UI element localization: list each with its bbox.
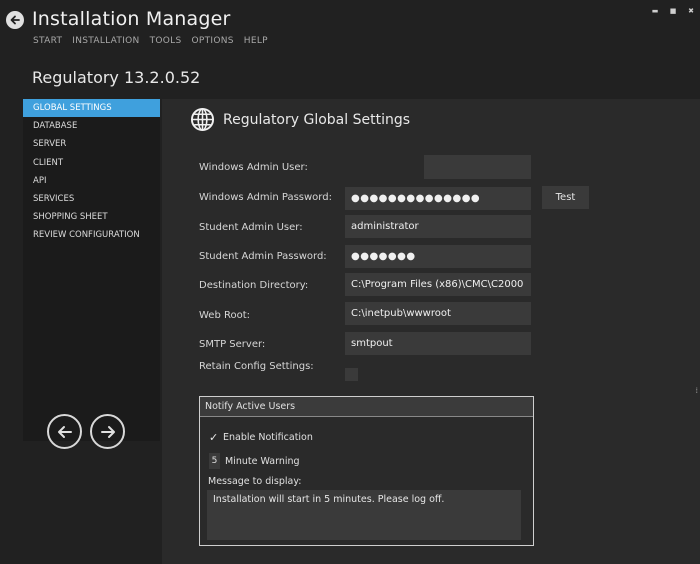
section-header: Regulatory Global Settings: [190, 107, 410, 132]
notify-panel-title: Notify Active Users: [200, 397, 533, 417]
step-navigation: [47, 414, 125, 449]
enable-notification-row[interactable]: ✓ Enable Notification: [209, 431, 313, 444]
windows-admin-user-field[interactable]: [345, 155, 531, 179]
minute-warning-row: 5 Minute Warning: [209, 453, 300, 469]
maximize-icon[interactable]: ■: [664, 6, 682, 16]
next-step-button[interactable]: [90, 414, 125, 449]
menu-start[interactable]: START: [33, 36, 62, 46]
menu-installation[interactable]: INSTALLATION: [72, 36, 139, 46]
resize-grip-icon[interactable]: ⁞: [695, 386, 698, 395]
checkmark-icon[interactable]: ✓: [209, 431, 219, 444]
section-title: Regulatory Global Settings: [223, 111, 411, 128]
notify-active-users-panel: Notify Active Users ✓ Enable Notificatio…: [199, 396, 534, 546]
previous-step-button[interactable]: [47, 414, 82, 449]
destination-directory-input[interactable]: C:\Program Files (x86)\CMC\C2000: [345, 273, 531, 296]
main-menu: START INSTALLATION TOOLS OPTIONS HELP: [33, 36, 268, 46]
smtp-server-input[interactable]: smtpout: [345, 332, 531, 355]
message-textarea[interactable]: Installation will start in 5 minutes. Pl…: [207, 490, 521, 540]
windows-admin-password-label: Windows Admin Password:: [199, 192, 332, 203]
minimize-icon[interactable]: ▬: [646, 6, 664, 16]
enable-notification-label: Enable Notification: [223, 432, 313, 443]
back-arrow-icon: [10, 15, 20, 25]
destination-directory-label: Destination Directory:: [199, 280, 309, 291]
web-root-input[interactable]: C:\inetpub\wwwroot: [345, 302, 531, 325]
sidebar: GLOBAL SETTINGS DATABASE SERVER CLIENT A…: [23, 99, 160, 441]
test-button[interactable]: Test: [542, 186, 589, 209]
close-icon[interactable]: ✖: [682, 6, 700, 16]
product-version: Regulatory 13.2.0.52: [32, 68, 201, 87]
student-admin-password-input[interactable]: ●●●●●●●: [345, 245, 531, 268]
sidebar-item-review-configuration[interactable]: REVIEW CONFIGURATION: [23, 226, 160, 244]
retain-config-label: Retain Config Settings:: [199, 361, 314, 372]
sidebar-item-services[interactable]: SERVICES: [23, 190, 160, 208]
message-label: Message to display:: [208, 476, 302, 487]
web-root-label: Web Root:: [199, 310, 251, 321]
smtp-server-label: SMTP Server:: [199, 339, 266, 350]
globe-icon: [190, 107, 215, 132]
windows-admin-password-input[interactable]: ●●●●●●●●●●●●●●: [345, 187, 531, 210]
student-admin-user-input[interactable]: administrator: [345, 215, 531, 238]
sidebar-item-database[interactable]: DATABASE: [23, 117, 160, 135]
windows-admin-user-label: Windows Admin User:: [199, 162, 308, 173]
student-admin-password-label: Student Admin Password:: [199, 251, 327, 262]
student-admin-user-label: Student Admin User:: [199, 222, 303, 233]
arrow-left-icon: [57, 425, 72, 438]
menu-tools[interactable]: TOOLS: [150, 36, 182, 46]
minute-warning-input[interactable]: 5: [209, 453, 220, 469]
window-controls: ▬ ■ ✖: [646, 6, 700, 16]
menu-help[interactable]: HELP: [244, 36, 268, 46]
arrow-right-icon: [100, 425, 115, 438]
sidebar-item-client[interactable]: CLIENT: [23, 154, 160, 172]
app-title: Installation Manager: [32, 8, 231, 30]
sidebar-item-api[interactable]: API: [23, 172, 160, 190]
sidebar-item-shopping-sheet[interactable]: SHOPPING SHEET: [23, 208, 160, 226]
minute-warning-label: Minute Warning: [225, 455, 300, 467]
sidebar-item-server[interactable]: SERVER: [23, 135, 160, 153]
sidebar-item-global-settings[interactable]: GLOBAL SETTINGS: [23, 99, 160, 118]
back-button[interactable]: [6, 11, 24, 29]
menu-options[interactable]: OPTIONS: [192, 36, 234, 46]
windows-admin-user-input[interactable]: [424, 155, 531, 179]
retain-config-checkbox[interactable]: [345, 368, 358, 381]
